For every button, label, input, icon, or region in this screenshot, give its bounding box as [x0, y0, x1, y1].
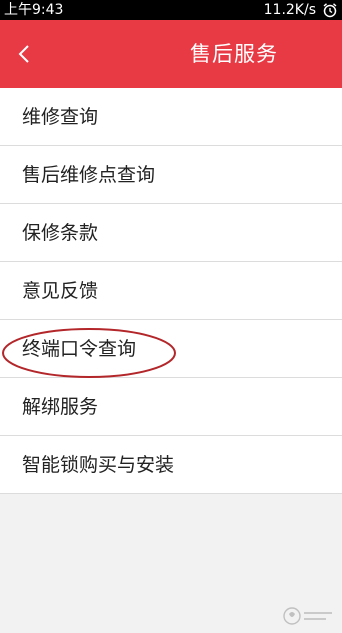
menu-item-terminal-password-query[interactable]: 终端口令查询 — [0, 320, 342, 378]
menu-item-label: 终端口令查询 — [22, 338, 137, 360]
menu-item-repair-query[interactable]: 维修查询 — [0, 88, 342, 146]
menu-item-label: 维修查询 — [22, 106, 99, 128]
menu-item-label: 意见反馈 — [22, 280, 99, 302]
watermark-logo — [283, 607, 332, 625]
menu-item-label: 解绑服务 — [22, 396, 99, 418]
status-bar: 上午9:43 11.2K/s — [0, 0, 342, 20]
menu-item-warranty-terms[interactable]: 保修条款 — [0, 204, 342, 262]
menu-item-smart-lock-purchase[interactable]: 智能锁购买与安装 — [0, 436, 342, 494]
chevron-left-icon — [18, 45, 29, 63]
app-header: 售后服务 — [0, 20, 342, 88]
status-time: 上午9:43 — [4, 2, 64, 18]
menu-item-feedback[interactable]: 意见反馈 — [0, 262, 342, 320]
back-button[interactable] — [10, 38, 40, 70]
menu-item-label: 保修条款 — [22, 222, 99, 244]
alarm-clock-icon — [323, 3, 337, 18]
page-title: 售后服务 — [190, 42, 278, 66]
menu-item-unbind-service[interactable]: 解绑服务 — [0, 378, 342, 436]
menu-item-service-center-query[interactable]: 售后维修点查询 — [0, 146, 342, 204]
service-menu: 维修查询 售后维修点查询 保修条款 意见反馈 终端口令查询 解绑服务 智能锁购买… — [0, 88, 342, 494]
network-speed: 11.2K/s — [263, 2, 316, 18]
menu-item-label: 售后维修点查询 — [22, 164, 156, 186]
menu-item-label: 智能锁购买与安装 — [22, 454, 175, 476]
